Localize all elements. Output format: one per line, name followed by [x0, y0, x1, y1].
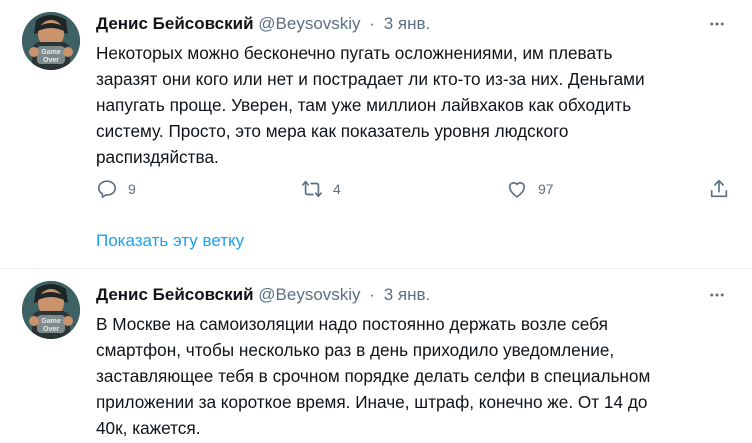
heart-icon [508, 182, 526, 198]
tweet-text-line: смартфон, чтобы несколько раз в день при… [96, 340, 615, 360]
reply-count: 9 [128, 181, 136, 197]
tweet-header: Денис Бейсовский @Beysovskiy · 3 янв. [96, 284, 430, 306]
tweet-timestamp[interactable]: 3 янв. [384, 285, 431, 304]
share-button[interactable] [708, 178, 730, 200]
more-horizontal-icon [710, 22, 724, 26]
avatar-image: Game Over [22, 281, 80, 339]
author-name[interactable]: Денис Бейсовский [96, 14, 254, 33]
tweet-text-line: заставляющее тебя в срочном порядке дела… [96, 366, 651, 386]
tweet-text-line: Некоторых можно бесконечно пугать осложн… [96, 43, 613, 63]
tweet-actions: 9 4 97 [96, 178, 736, 202]
tweet-header: Денис Бейсовский @Beysovskiy · 3 янв. [96, 13, 430, 35]
tweet-text: Некоторых можно бесконечно пугать осложн… [96, 40, 716, 170]
more-options-button[interactable] [706, 284, 728, 306]
tweet-text-line: распиздяйства. [96, 147, 219, 167]
more-horizontal-icon [710, 293, 724, 297]
show-thread-link[interactable]: Показать эту ветку [96, 231, 244, 251]
tweet-text-line: систему. Просто, это мера как показатель… [96, 121, 569, 141]
author-name[interactable]: Денис Бейсовский [96, 285, 254, 304]
separator-dot: · [369, 14, 375, 33]
avatar[interactable]: Game Over [22, 281, 80, 339]
author-handle[interactable]: @Beysovskiy [258, 285, 360, 304]
like-button[interactable]: 97 [506, 178, 554, 200]
retweet-count: 4 [333, 181, 341, 197]
separator-dot: · [369, 285, 375, 304]
avatar[interactable]: Game Over [22, 12, 80, 70]
reply-button[interactable]: 9 [96, 178, 136, 200]
tweet-text: В Москве на самоизоляции надо постоянно … [96, 311, 716, 441]
tweet-text-line: заразят они кого или нет и пострадает ли… [96, 69, 645, 89]
svg-text:Over: Over [43, 57, 59, 64]
tweet-text-line: В Москве на самоизоляции надо постоянно … [96, 314, 608, 334]
retweet-icon [302, 180, 322, 198]
author-handle[interactable]: @Beysovskiy [258, 14, 360, 33]
svg-text:Over: Over [43, 326, 59, 333]
like-count: 97 [538, 181, 554, 197]
tweet[interactable]: Game Over Денис Бейсовский @Beysovskiy ·… [0, 0, 752, 269]
tweet-text-line: приложении за короткое время. Иначе, штр… [96, 392, 648, 412]
more-options-button[interactable] [706, 13, 728, 35]
reply-icon [97, 180, 117, 199]
avatar-image: Game Over [22, 12, 80, 70]
retweet-button[interactable]: 4 [301, 178, 341, 200]
share-icon [710, 179, 728, 198]
tweet[interactable]: Game Over Денис Бейсовский @Beysovskiy ·… [0, 269, 752, 443]
svg-text:Game: Game [41, 318, 61, 325]
tweet-timestamp[interactable]: 3 янв. [384, 14, 431, 33]
svg-text:Game: Game [41, 49, 61, 56]
tweet-text-line: напугать проще. Уверен, там уже миллион … [96, 95, 632, 115]
tweet-text-line: 40к, кажется. [96, 418, 201, 438]
